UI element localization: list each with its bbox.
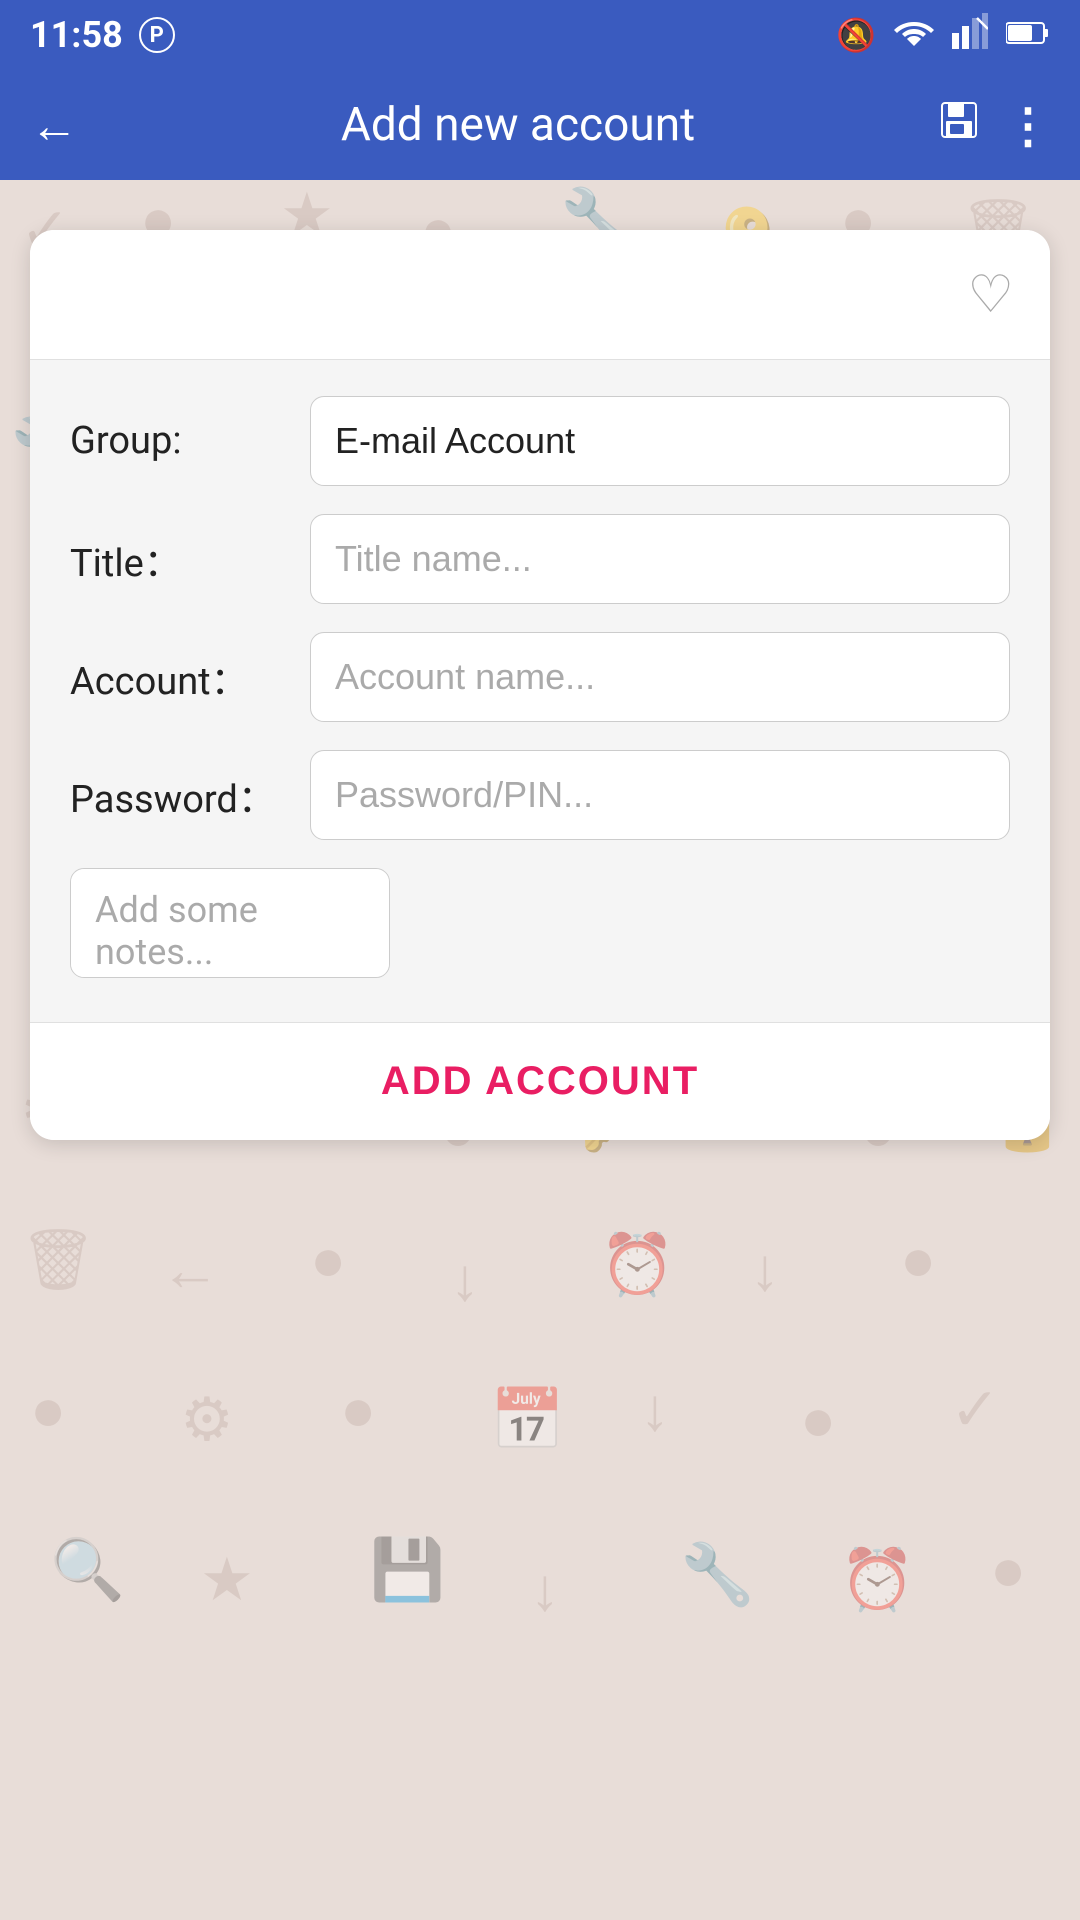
card-header: ♡	[30, 230, 1050, 360]
title-row: Title：	[70, 514, 1010, 604]
save-button[interactable]	[938, 99, 980, 151]
wifi-icon	[894, 16, 934, 54]
favorite-button[interactable]: ♡	[967, 264, 1014, 325]
account-row: Account：	[70, 632, 1010, 722]
title-label: Title：	[70, 532, 310, 587]
notes-input[interactable]	[70, 868, 390, 978]
card-footer: ADD ACCOUNT	[30, 1022, 1050, 1140]
group-row: Group:	[70, 396, 1010, 486]
add-account-button[interactable]: ADD ACCOUNT	[381, 1059, 699, 1104]
password-label: Password：	[70, 768, 310, 823]
status-time: 11:58	[30, 14, 123, 56]
p-app-icon: P	[139, 17, 175, 53]
app-bar: ← Add new account ⋮	[0, 70, 1080, 180]
form-area: Group: Title： Account： Password：	[30, 360, 1050, 1022]
account-input[interactable]	[310, 632, 1010, 722]
battery-icon	[1006, 20, 1050, 50]
add-account-card: ♡ Group: Title： Account： Password： A	[30, 230, 1050, 1140]
page-title: Add new account	[98, 98, 938, 152]
status-bar: 11:58 P 🔕	[0, 0, 1080, 70]
password-row: Password：	[70, 750, 1010, 840]
group-input[interactable]	[310, 396, 1010, 486]
signal-icon	[952, 13, 988, 57]
group-label: Group:	[70, 419, 310, 463]
title-input[interactable]	[310, 514, 1010, 604]
back-button[interactable]: ←	[30, 97, 78, 154]
more-options-button[interactable]: ⋮	[1004, 97, 1050, 154]
notes-area	[70, 868, 1010, 982]
account-label: Account：	[70, 650, 310, 705]
password-input[interactable]	[310, 750, 1010, 840]
mute-icon: 🔕	[836, 16, 876, 54]
